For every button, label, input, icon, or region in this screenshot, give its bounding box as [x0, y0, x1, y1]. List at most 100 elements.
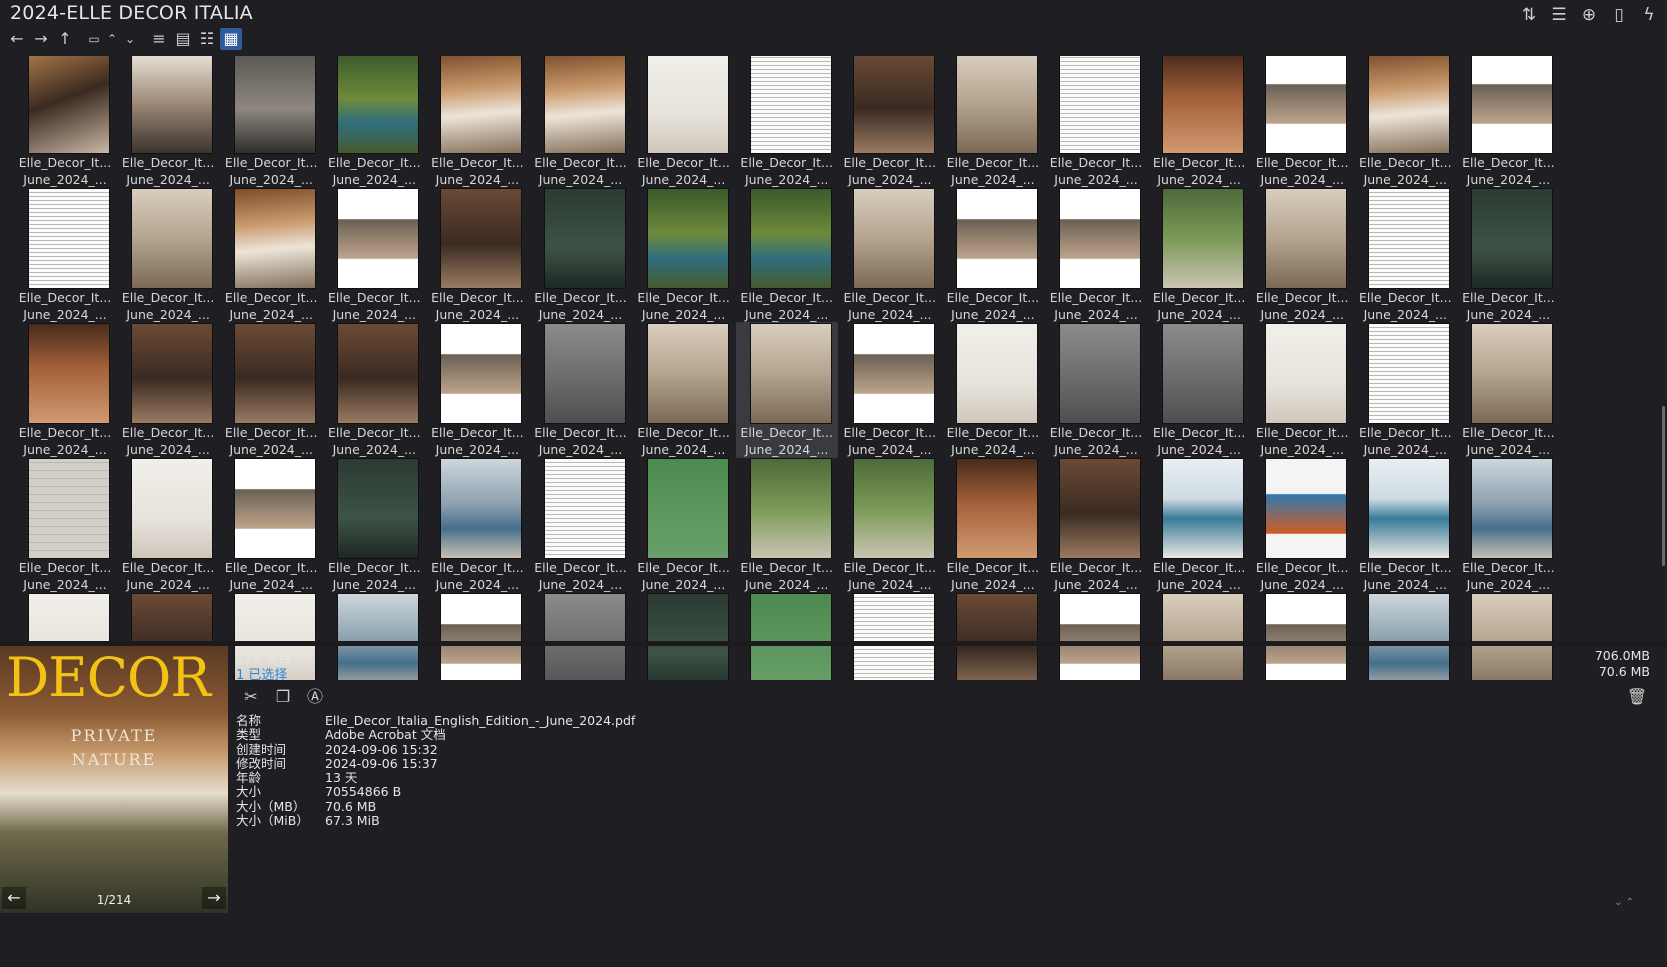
file-tile[interactable]: Elle_Decor_It... June_2024_...: [426, 187, 528, 323]
file-tile[interactable]: Elle_Decor_It... June_2024_...: [323, 457, 425, 593]
next-page-button[interactable]: →: [202, 887, 226, 909]
property-row: 名称 Elle_Decor_Italia_English_Edition_-_Ju…: [236, 713, 635, 728]
file-tile[interactable]: Elle_Decor_It... June_2024_...: [633, 56, 735, 188]
file-tile[interactable]: Elle_Decor_It... June_2024_...: [1045, 187, 1147, 323]
trash-icon[interactable]: 🗑: [1626, 686, 1648, 708]
file-tile[interactable]: Elle_Decor_It... June_2024_...: [1354, 322, 1456, 458]
scrollbar[interactable]: [1657, 56, 1665, 642]
file-tile[interactable]: Elle_Decor_It... June_2024_...: [14, 187, 116, 323]
file-tile[interactable]: Elle_Decor_It... June_2024_...: [117, 56, 219, 188]
file-tile[interactable]: Elle_Decor_It... June_2024_...: [1148, 56, 1250, 188]
file-tile[interactable]: Elle_Decor_It... June_2024_...: [426, 322, 528, 458]
file-thumbnail: [956, 459, 1037, 558]
file-tile[interactable]: Elle_Decor_It... June_2024_...: [942, 187, 1044, 323]
file-name-line1: Elle_Decor_It...: [1462, 290, 1555, 305]
file-tile[interactable]: Elle_Decor_It... June_2024_...: [1045, 457, 1147, 593]
back-icon[interactable]: ←: [6, 28, 28, 50]
list-detail-icon[interactable]: ☰: [1547, 3, 1571, 27]
property-key: 名称: [236, 713, 262, 728]
file-tile[interactable]: Elle_Decor_It... June_2024_...: [1045, 322, 1147, 458]
property-row: 创建时间 2024-09-06 15:32: [236, 742, 635, 757]
file-tile[interactable]: Elle_Decor_It... June_2024_...: [633, 322, 735, 458]
file-tile[interactable]: Elle_Decor_It... June_2024_...: [117, 457, 219, 593]
file-tile[interactable]: Elle_Decor_It... June_2024_...: [530, 56, 632, 188]
file-thumbnail: [750, 56, 831, 153]
file-tile[interactable]: Elle_Decor_It... June_2024_...: [1251, 322, 1353, 458]
file-tile[interactable]: Elle_Decor_It... June_2024_...: [323, 187, 425, 323]
file-tile[interactable]: Elle_Decor_It... June_2024_...: [530, 322, 632, 458]
rename-icon[interactable]: Ⓐ: [304, 686, 326, 708]
clipboard-icon[interactable]: ▯: [1607, 3, 1631, 27]
file-tile[interactable]: Elle_Decor_It... June_2024_...: [1148, 187, 1250, 323]
file-tile[interactable]: Elle_Decor_It... June_2024_...: [1457, 457, 1559, 593]
file-tile[interactable]: Elle_Decor_It... June_2024_...: [426, 457, 528, 593]
grid-view-icon[interactable]: ▦: [220, 28, 242, 50]
file-thumbnail: [1060, 189, 1140, 288]
scroll-thumb[interactable]: [1662, 406, 1665, 566]
file-tile[interactable]: Elle_Decor_It... June_2024_...: [1251, 56, 1353, 188]
file-tile[interactable]: Elle_Decor_It... June_2024_...: [1251, 187, 1353, 323]
file-tile[interactable]: Elle_Decor_It... June_2024_...: [220, 322, 322, 458]
file-tile[interactable]: Elle_Decor_It... June_2024_...: [839, 56, 941, 188]
file-tile[interactable]: Elle_Decor_It... June_2024_...: [14, 56, 116, 188]
file-tile[interactable]: Elle_Decor_It... June_2024_...: [839, 457, 941, 593]
file-tile[interactable]: Elle_Decor_It... June_2024_...: [14, 322, 116, 458]
file-thumbnail: [1163, 56, 1244, 153]
file-tile[interactable]: Elle_Decor_It... June_2024_...: [1148, 322, 1250, 458]
file-tile[interactable]: Elle_Decor_It... June_2024_...: [1457, 187, 1559, 323]
file-tile[interactable]: Elle_Decor_It... June_2024_...: [530, 187, 632, 323]
file-tile[interactable]: Elle_Decor_It... June_2024_...: [736, 457, 838, 593]
file-tile[interactable]: Elle_Decor_It... June_2024_...: [1457, 322, 1559, 458]
list-view-icon[interactable]: ≡: [148, 28, 170, 50]
cover-headline-2: NATURE: [71, 750, 157, 769]
window-icon[interactable]: ▭: [86, 28, 102, 50]
file-tile[interactable]: Elle_Decor_It... June_2024_...: [1148, 457, 1250, 593]
file-tile[interactable]: Elle_Decor_It... June_2024_...: [735, 322, 838, 458]
file-tile[interactable]: Elle_Decor_It... June_2024_...: [1354, 187, 1456, 323]
chevron-down-icon[interactable]: ⌄: [122, 28, 138, 50]
file-name-line2: June_2024_...: [23, 307, 107, 322]
file-tile[interactable]: Elle_Decor_It... June_2024_...: [1354, 457, 1456, 593]
file-tile[interactable]: Elle_Decor_It... June_2024_...: [426, 56, 528, 188]
cut-icon[interactable]: ✂: [240, 686, 262, 708]
file-tile[interactable]: Elle_Decor_It... June_2024_...: [736, 187, 838, 323]
file-tile[interactable]: Elle_Decor_It... June_2024_...: [1457, 56, 1559, 188]
panel-splitter[interactable]: [0, 641, 1667, 646]
file-tile[interactable]: Elle_Decor_It... June_2024_...: [1045, 56, 1147, 188]
file-tile[interactable]: Elle_Decor_It... June_2024_...: [220, 56, 322, 188]
file-tile[interactable]: Elle_Decor_It... June_2024_...: [220, 457, 322, 593]
file-tile[interactable]: Elle_Decor_It... June_2024_...: [839, 322, 941, 458]
file-thumbnail: [544, 324, 625, 423]
file-tile[interactable]: Elle_Decor_It... June_2024_...: [1354, 56, 1456, 188]
sort-icon[interactable]: ⇅: [1517, 3, 1541, 27]
file-tile[interactable]: Elle_Decor_It... June_2024_...: [942, 322, 1044, 458]
collapse-arrows-icon[interactable]: ⌄ ⌃: [1614, 897, 1634, 908]
forward-icon[interactable]: →: [30, 28, 52, 50]
file-tile[interactable]: Elle_Decor_It... June_2024_...: [117, 187, 219, 323]
tree-view-icon[interactable]: ☷: [196, 28, 218, 50]
file-tile[interactable]: Elle_Decor_It... June_2024_...: [1251, 457, 1353, 593]
up-icon[interactable]: ↑: [54, 28, 76, 50]
bolt-icon[interactable]: ϟ: [1637, 3, 1661, 27]
file-tile[interactable]: Elle_Decor_It... June_2024_...: [530, 457, 632, 593]
add-circle-icon[interactable]: ⊕: [1577, 3, 1601, 27]
selected-count[interactable]: 1 已选择: [236, 664, 287, 683]
chevron-up-icon[interactable]: ⌃: [104, 28, 120, 50]
detail-view-icon[interactable]: ▤: [172, 28, 194, 50]
file-tile[interactable]: Elle_Decor_It... June_2024_...: [323, 56, 425, 188]
file-tile[interactable]: Elle_Decor_It... June_2024_...: [633, 457, 735, 593]
file-tile[interactable]: Elle_Decor_It... June_2024_...: [736, 56, 838, 188]
file-thumbnail: [235, 459, 316, 558]
file-thumbnail: [1369, 56, 1450, 153]
file-tile[interactable]: Elle_Decor_It... June_2024_...: [839, 187, 941, 323]
copy-icon[interactable]: ❐: [272, 686, 294, 708]
file-tile[interactable]: Elle_Decor_It... June_2024_...: [633, 187, 735, 323]
file-name-line1: Elle_Decor_It...: [946, 425, 1040, 440]
file-tile[interactable]: Elle_Decor_It... June_2024_...: [942, 457, 1044, 593]
file-tile[interactable]: Elle_Decor_It... June_2024_...: [942, 56, 1044, 188]
file-tile[interactable]: Elle_Decor_It... June_2024_...: [117, 322, 219, 458]
file-name-line2: June_2024_...: [1157, 442, 1241, 457]
file-tile[interactable]: Elle_Decor_It... June_2024_...: [220, 187, 322, 323]
file-tile[interactable]: Elle_Decor_It... June_2024_...: [323, 322, 425, 458]
file-tile[interactable]: Elle_Decor_It... June_2024_...: [14, 457, 116, 593]
